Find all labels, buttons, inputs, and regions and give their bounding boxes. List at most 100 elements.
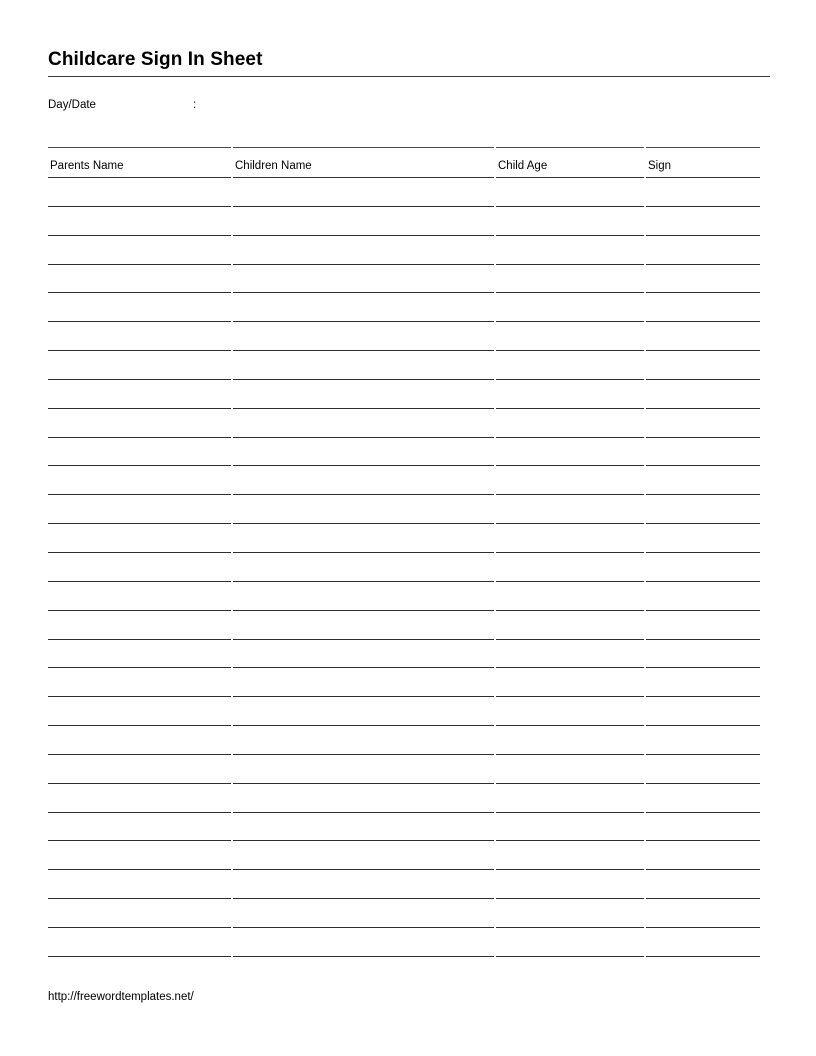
- cell-child_age[interactable]: [496, 351, 644, 380]
- cell-children_name[interactable]: [233, 438, 494, 467]
- cell-children_name[interactable]: [233, 668, 494, 698]
- cell-children_name[interactable]: [233, 322, 494, 352]
- cell-children_name[interactable]: [233, 178, 494, 207]
- cell-sign[interactable]: [646, 640, 760, 669]
- cell-sign[interactable]: [646, 466, 760, 496]
- cell-child_age[interactable]: [496, 899, 644, 928]
- cell-child_age[interactable]: [496, 409, 644, 438]
- cell-parents_name[interactable]: [48, 466, 231, 496]
- cell-parents_name[interactable]: [48, 640, 231, 669]
- cell-sign[interactable]: [646, 409, 760, 438]
- cell-sign[interactable]: [646, 380, 760, 409]
- cell-parents_name[interactable]: [48, 928, 231, 957]
- cell-sign[interactable]: [646, 870, 760, 900]
- cell-parents_name[interactable]: [48, 293, 231, 323]
- cell-children_name[interactable]: [233, 466, 494, 496]
- cell-child_age[interactable]: [496, 380, 644, 409]
- cell-children_name[interactable]: [233, 207, 494, 236]
- cell-sign[interactable]: [646, 293, 760, 323]
- cell-sign[interactable]: [646, 928, 760, 957]
- cell-child_age[interactable]: [496, 755, 644, 784]
- cell-child_age[interactable]: [496, 524, 644, 553]
- cell-parents_name[interactable]: [48, 870, 231, 900]
- cell-child_age[interactable]: [496, 553, 644, 582]
- cell-sign[interactable]: [646, 813, 760, 842]
- cell-parents_name[interactable]: [48, 322, 231, 352]
- cell-children_name[interactable]: [233, 265, 494, 294]
- cell-children_name[interactable]: [233, 899, 494, 928]
- cell-parents_name[interactable]: [48, 409, 231, 438]
- cell-children_name[interactable]: [233, 409, 494, 438]
- cell-parents_name[interactable]: [48, 841, 231, 871]
- cell-sign[interactable]: [646, 668, 760, 698]
- cell-children_name[interactable]: [233, 236, 494, 265]
- cell-children_name[interactable]: [233, 351, 494, 380]
- cell-sign[interactable]: [646, 899, 760, 928]
- cell-sign[interactable]: [646, 207, 760, 236]
- cell-sign[interactable]: [646, 178, 760, 207]
- cell-children_name[interactable]: [233, 726, 494, 755]
- cell-children_name[interactable]: [233, 841, 494, 871]
- cell-parents_name[interactable]: [48, 553, 231, 582]
- cell-child_age[interactable]: [496, 265, 644, 294]
- cell-child_age[interactable]: [496, 438, 644, 467]
- cell-child_age[interactable]: [496, 293, 644, 323]
- cell-child_age[interactable]: [496, 611, 644, 640]
- cell-children_name[interactable]: [233, 928, 494, 957]
- cell-children_name[interactable]: [233, 495, 494, 525]
- cell-child_age[interactable]: [496, 726, 644, 755]
- cell-child_age[interactable]: [496, 784, 644, 813]
- cell-sign[interactable]: [646, 265, 760, 294]
- cell-child_age[interactable]: [496, 841, 644, 871]
- cell-parents_name[interactable]: [48, 265, 231, 294]
- cell-parents_name[interactable]: [48, 813, 231, 842]
- cell-sign[interactable]: [646, 524, 760, 553]
- cell-children_name[interactable]: [233, 582, 494, 611]
- cell-child_age[interactable]: [496, 207, 644, 236]
- cell-parents_name[interactable]: [48, 582, 231, 611]
- cell-children_name[interactable]: [233, 553, 494, 582]
- cell-child_age[interactable]: [496, 870, 644, 900]
- cell-parents_name[interactable]: [48, 784, 231, 813]
- cell-parents_name[interactable]: [48, 755, 231, 784]
- cell-sign[interactable]: [646, 351, 760, 380]
- cell-parents_name[interactable]: [48, 668, 231, 698]
- cell-children_name[interactable]: [233, 380, 494, 409]
- cell-child_age[interactable]: [496, 668, 644, 698]
- cell-child_age[interactable]: [496, 322, 644, 352]
- cell-parents_name[interactable]: [48, 899, 231, 928]
- cell-children_name[interactable]: [233, 784, 494, 813]
- cell-parents_name[interactable]: [48, 524, 231, 553]
- cell-sign[interactable]: [646, 582, 760, 611]
- cell-parents_name[interactable]: [48, 726, 231, 755]
- cell-child_age[interactable]: [496, 466, 644, 496]
- cell-children_name[interactable]: [233, 640, 494, 669]
- cell-children_name[interactable]: [233, 293, 494, 323]
- cell-child_age[interactable]: [496, 495, 644, 525]
- cell-sign[interactable]: [646, 697, 760, 727]
- cell-children_name[interactable]: [233, 755, 494, 784]
- cell-child_age[interactable]: [496, 582, 644, 611]
- cell-children_name[interactable]: [233, 697, 494, 727]
- cell-sign[interactable]: [646, 726, 760, 755]
- cell-sign[interactable]: [646, 755, 760, 784]
- cell-sign[interactable]: [646, 322, 760, 352]
- cell-sign[interactable]: [646, 841, 760, 871]
- cell-child_age[interactable]: [496, 640, 644, 669]
- cell-parents_name[interactable]: [48, 697, 231, 727]
- cell-sign[interactable]: [646, 495, 760, 525]
- cell-child_age[interactable]: [496, 697, 644, 727]
- cell-parents_name[interactable]: [48, 495, 231, 525]
- cell-sign[interactable]: [646, 236, 760, 265]
- cell-sign[interactable]: [646, 438, 760, 467]
- cell-child_age[interactable]: [496, 236, 644, 265]
- cell-parents_name[interactable]: [48, 611, 231, 640]
- cell-parents_name[interactable]: [48, 438, 231, 467]
- cell-parents_name[interactable]: [48, 351, 231, 380]
- cell-sign[interactable]: [646, 611, 760, 640]
- cell-children_name[interactable]: [233, 524, 494, 553]
- cell-child_age[interactable]: [496, 813, 644, 842]
- cell-child_age[interactable]: [496, 928, 644, 957]
- cell-parents_name[interactable]: [48, 178, 231, 207]
- cell-children_name[interactable]: [233, 813, 494, 842]
